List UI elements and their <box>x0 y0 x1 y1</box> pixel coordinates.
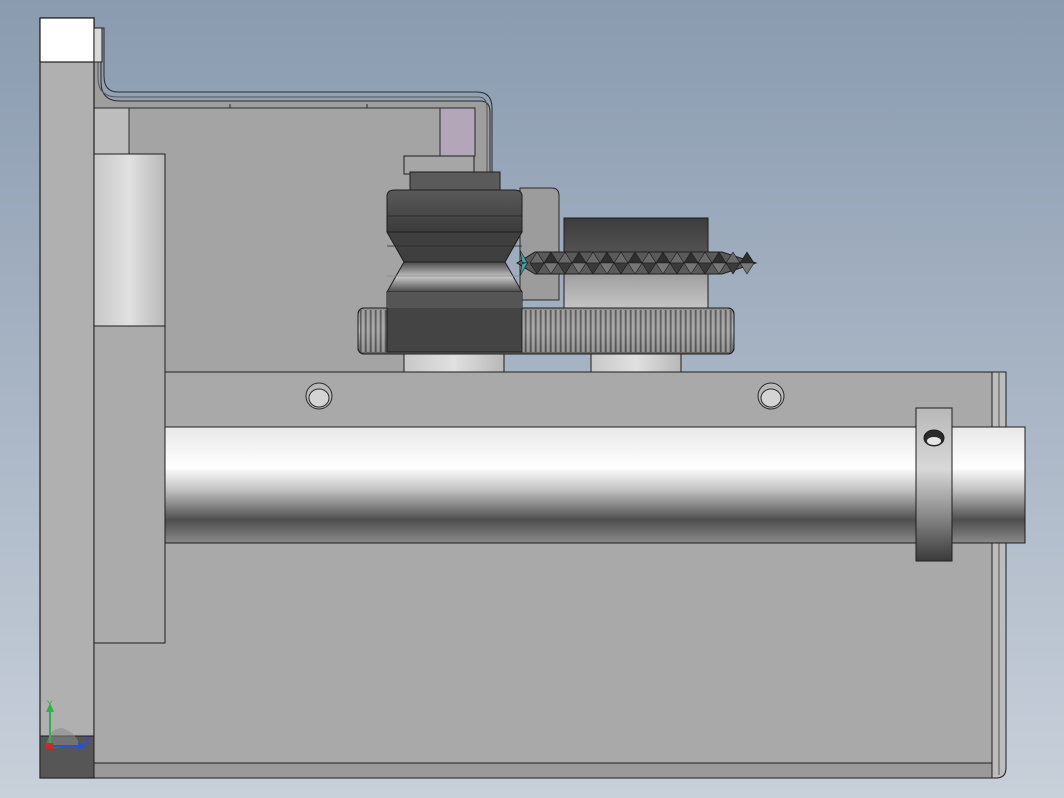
inner-side-plate <box>93 153 166 644</box>
triad-y-label: Y <box>46 700 53 710</box>
side-wall <box>39 17 103 779</box>
feed-wheel-mount-plate <box>519 187 560 301</box>
triad-z-label: Z <box>84 736 90 746</box>
cad-viewport[interactable]: Y Z <box>0 0 1064 798</box>
shaft-collar <box>915 407 953 562</box>
screw-head-right <box>757 382 785 410</box>
shaft <box>164 426 1026 544</box>
triad-origin <box>46 743 53 749</box>
screw-head-left <box>305 382 333 410</box>
